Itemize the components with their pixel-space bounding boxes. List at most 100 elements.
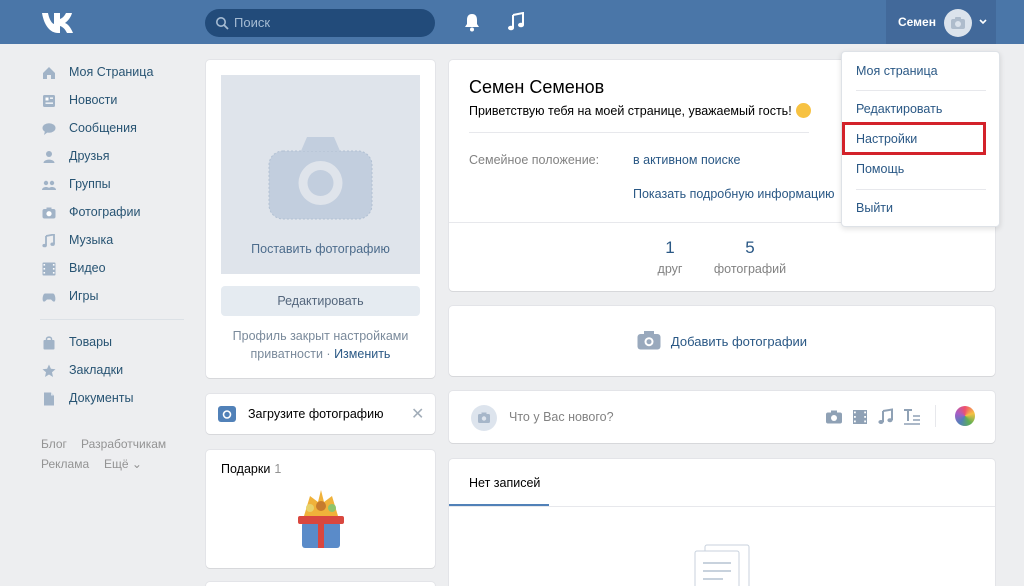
sidebar-item-label: Документы (69, 391, 134, 405)
attach-text-icon[interactable] (903, 408, 921, 426)
top-header: Поиск Семен (0, 0, 1024, 44)
notifications-bell-icon[interactable] (463, 12, 481, 32)
bookmarks-icon (42, 364, 56, 377)
tab-no-posts[interactable]: Нет записей (469, 476, 540, 490)
menu-item-label: Редактировать (856, 102, 943, 116)
camera-icon (951, 17, 965, 29)
photo-placeholder[interactable]: Поставить фотографию (221, 75, 420, 274)
photos-icon (42, 207, 56, 219)
sidebar-item-messages[interactable]: Сообщения (40, 116, 190, 142)
camera-icon (218, 406, 236, 422)
gifts-header[interactable]: Подарки 1 (221, 462, 281, 476)
sidebar-item-market[interactable]: Товары (40, 330, 190, 356)
new-post-card: Что у Вас нового? (449, 391, 995, 443)
sidebar-item-label: Группы (69, 177, 111, 191)
profile-status-text: Приветствую тебя на моей странице, уважа… (469, 104, 792, 118)
add-photos-button[interactable]: Добавить фотографии (449, 330, 995, 350)
camera-icon (637, 331, 661, 350)
relationship-value[interactable]: в активном поиске (633, 153, 740, 167)
menu-item-edit[interactable]: Редактировать (842, 96, 999, 124)
friends-label: друг (657, 262, 683, 276)
sidebar-item-groups[interactable]: Группы (40, 172, 190, 198)
empty-wall-icon (694, 544, 750, 586)
gifts-count: 1 (274, 462, 282, 476)
home-icon (43, 67, 55, 79)
sidebar-item-bookmarks[interactable]: Закладки (40, 358, 190, 384)
friends-icon (43, 151, 55, 163)
edit-profile-button[interactable]: Редактировать (221, 286, 420, 316)
profile-closed-text: Профиль закрыт настройками (232, 329, 409, 343)
sidebar-item-label: Фотографии (69, 205, 141, 219)
footer-link-blog[interactable]: Блог (41, 437, 67, 451)
music-note-icon[interactable] (507, 12, 525, 32)
add-photos-card[interactable]: Добавить фотографии (449, 306, 995, 376)
sidebar-item-photos[interactable]: Фотографии (40, 200, 190, 226)
sidebar-item-music[interactable]: Музыка (40, 228, 190, 254)
sidebar-item-news[interactable]: Новости (40, 88, 190, 114)
chevron-down-icon: ⌄ (131, 457, 142, 471)
photos-counter[interactable]: 5 фотографий (705, 238, 795, 276)
close-icon[interactable]: ✕ (411, 404, 424, 424)
friends-counter[interactable]: 1 друг (625, 238, 715, 276)
menu-item-logout[interactable]: Выйти (842, 195, 999, 223)
attach-photo-icon[interactable] (825, 408, 843, 426)
groups-icon (42, 180, 56, 190)
user-name: Семен (898, 15, 936, 29)
gifts-card: Подарки 1 (206, 450, 435, 568)
relationship-label: Семейное положение: (469, 153, 600, 167)
sidebar-item-label: Музыка (69, 233, 114, 247)
add-photos-label: Добавить фотографии (670, 334, 808, 349)
news-icon (43, 95, 55, 107)
sidebar-item-games[interactable]: Игры (40, 284, 190, 310)
sidebar-item-label: Друзья (69, 149, 110, 163)
sidebar-item-label: Товары (69, 335, 112, 349)
sidebar-item-label: Видео (69, 261, 106, 275)
settings-highlight-box (842, 122, 986, 155)
vk-logo-icon[interactable] (40, 9, 74, 35)
footer-link-more[interactable]: Ещё ⌄ (104, 457, 142, 471)
sidebar-item-documents[interactable]: Документы (40, 386, 190, 412)
upload-photo-label: Загрузите фотографию (248, 407, 384, 421)
search-placeholder: Поиск (234, 15, 271, 30)
user-menu-button[interactable]: Семен (886, 0, 996, 44)
sidebar-item-label: Сообщения (69, 121, 137, 135)
change-privacy-link[interactable]: Изменить (334, 347, 390, 361)
upload-photo-card[interactable]: Загрузите фотографию ✕ (206, 394, 435, 434)
messages-icon (42, 123, 56, 135)
avatar (471, 405, 497, 431)
divider (469, 132, 809, 133)
profile-status[interactable]: Приветствую тебя на моей странице, уважа… (469, 103, 811, 118)
footer-link-ads[interactable]: Реклама (41, 457, 89, 471)
menu-item-label: Помощь (856, 162, 905, 176)
sidebar-divider (40, 319, 184, 320)
divider (935, 405, 936, 427)
search-box[interactable]: Поиск (205, 9, 435, 37)
sidebar-item-friends[interactable]: Друзья (40, 144, 190, 170)
footer-link-developers[interactable]: Разработчикам (81, 437, 166, 451)
divider (856, 90, 986, 91)
search-icon (216, 17, 229, 30)
sidebar-item-video[interactable]: Видео (40, 256, 190, 282)
attach-music-icon[interactable] (877, 408, 895, 426)
privacy-line: приватности · Изменить (206, 347, 435, 361)
music-icon (42, 234, 55, 248)
camera-icon (268, 137, 373, 220)
camera-icon (478, 412, 490, 423)
market-icon (43, 336, 55, 350)
gift-image[interactable] (294, 488, 348, 552)
attach-video-icon[interactable] (851, 408, 869, 426)
post-input[interactable]: Что у Вас нового? (509, 410, 614, 424)
sidebar-item-label: Игры (69, 289, 99, 303)
chevron-down-icon (979, 19, 987, 25)
smile-emoji-icon (795, 103, 811, 118)
menu-item-label: Моя страница (856, 64, 938, 78)
post-settings-icon[interactable] (955, 406, 975, 426)
menu-item-help[interactable]: Помощь (842, 156, 999, 184)
menu-item-my-page[interactable]: Моя страница (842, 58, 999, 86)
documents-icon (44, 392, 54, 406)
friends-count: 1 (665, 238, 675, 257)
show-more-info-link[interactable]: Показать подробную информацию (633, 187, 835, 201)
menu-item-label: Выйти (856, 201, 894, 215)
photos-label: фотографий (713, 262, 787, 276)
sidebar-item-my-page[interactable]: Моя Страница (40, 60, 190, 86)
